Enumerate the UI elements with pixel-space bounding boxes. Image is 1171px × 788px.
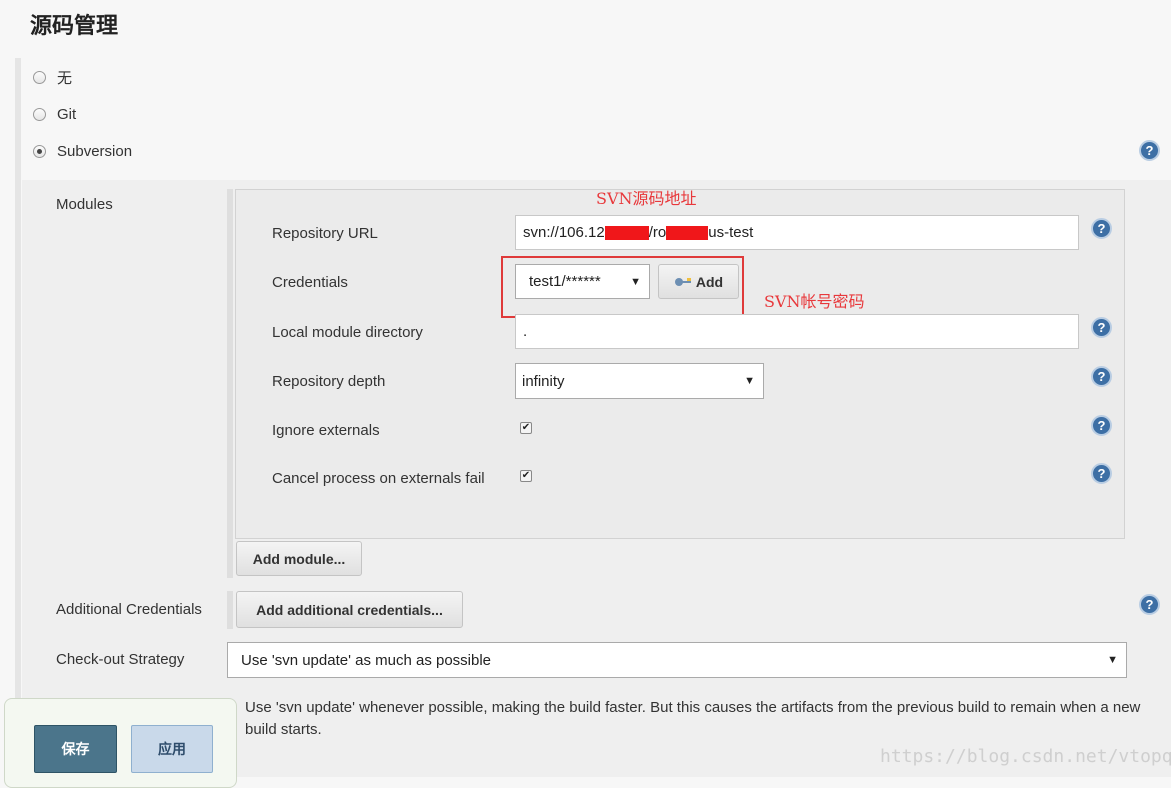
annotation-svn-url: SVN源码地址 xyxy=(596,189,697,208)
radio-label-none: 无 xyxy=(57,69,73,87)
section-title: 源码管理 xyxy=(30,13,119,38)
annotation-highlight-box xyxy=(501,256,744,318)
additional-credentials-bar xyxy=(227,591,233,629)
checkout-strategy-description: Use 'svn update' whenever possible, maki… xyxy=(245,699,1141,738)
redacted-mark xyxy=(666,225,709,240)
help-icon-subversion[interactable]: ? xyxy=(1139,140,1160,161)
ignore-externals-checkbox[interactable]: ✔ xyxy=(520,422,532,434)
save-button[interactable]: 保存 xyxy=(34,725,117,773)
checkout-strategy-label: Check-out Strategy xyxy=(56,651,185,668)
local-module-directory-input[interactable]: . xyxy=(515,314,1079,349)
local-module-directory-value: . xyxy=(523,323,528,340)
help-icon-cancel-process[interactable]: ? xyxy=(1091,463,1112,484)
checkout-strategy-select[interactable]: Use 'svn update' as much as possible ▼ xyxy=(227,642,1127,678)
radio-subversion[interactable] xyxy=(33,144,46,158)
help-icon-ignore-externals[interactable]: ? xyxy=(1091,415,1112,436)
additional-credentials-label: Additional Credentials xyxy=(56,601,202,618)
ignore-externals-label: Ignore externals xyxy=(272,422,380,439)
radio-none[interactable] xyxy=(33,70,46,84)
local-module-directory-label: Local module directory xyxy=(272,324,423,341)
scm-option-git[interactable]: Git xyxy=(33,103,76,125)
repository-depth-label: Repository depth xyxy=(272,373,386,390)
add-additional-credentials-button[interactable]: Add additional credentials... xyxy=(236,591,463,628)
checkout-strategy-selected: Use 'svn update' as much as possible xyxy=(241,651,492,669)
add-module-button[interactable]: Add module... xyxy=(236,541,362,576)
help-icon-additional-credentials[interactable]: ? xyxy=(1139,594,1160,615)
repository-url-text-prefix: svn://106.12 xyxy=(523,224,605,241)
watermark: https://blog.csdn.net/vtopqx xyxy=(880,746,1171,767)
radio-git[interactable] xyxy=(33,107,46,121)
help-icon-repository-depth[interactable]: ? xyxy=(1091,366,1112,387)
repository-url-label: Repository URL xyxy=(272,225,378,242)
help-icon-repository-url[interactable]: ? xyxy=(1091,218,1112,239)
apply-button[interactable]: 应用 xyxy=(131,725,213,773)
modules-label: Modules xyxy=(56,196,113,213)
repository-url-input[interactable]: svn://106.12 /ro us-test xyxy=(515,215,1079,250)
scm-option-subversion[interactable]: Subversion xyxy=(33,140,132,162)
cancel-process-checkbox[interactable]: ✔ xyxy=(520,470,532,482)
annotation-svn-credentials: SVN帐号密码 xyxy=(764,292,865,311)
module-indent-bar xyxy=(227,189,233,578)
cancel-process-label: Cancel process on externals fail xyxy=(272,470,485,487)
section-indent-bar xyxy=(15,58,21,778)
redacted-mark xyxy=(604,225,649,240)
radio-label-git: Git xyxy=(57,105,77,123)
help-icon-local-module-directory[interactable]: ? xyxy=(1091,317,1112,338)
credentials-label: Credentials xyxy=(272,274,348,291)
repository-url-text-mid: /ro xyxy=(648,224,667,241)
repository-depth-selected: infinity xyxy=(522,372,565,390)
scm-option-none[interactable]: 无 xyxy=(33,66,72,88)
repository-depth-select[interactable]: infinity ▼ xyxy=(515,363,764,399)
radio-label-subversion: Subversion xyxy=(57,142,133,160)
chevron-down-icon: ▼ xyxy=(744,375,755,387)
repository-url-text-suffix: us-test xyxy=(708,224,754,241)
chevron-down-icon: ▼ xyxy=(1107,654,1118,666)
